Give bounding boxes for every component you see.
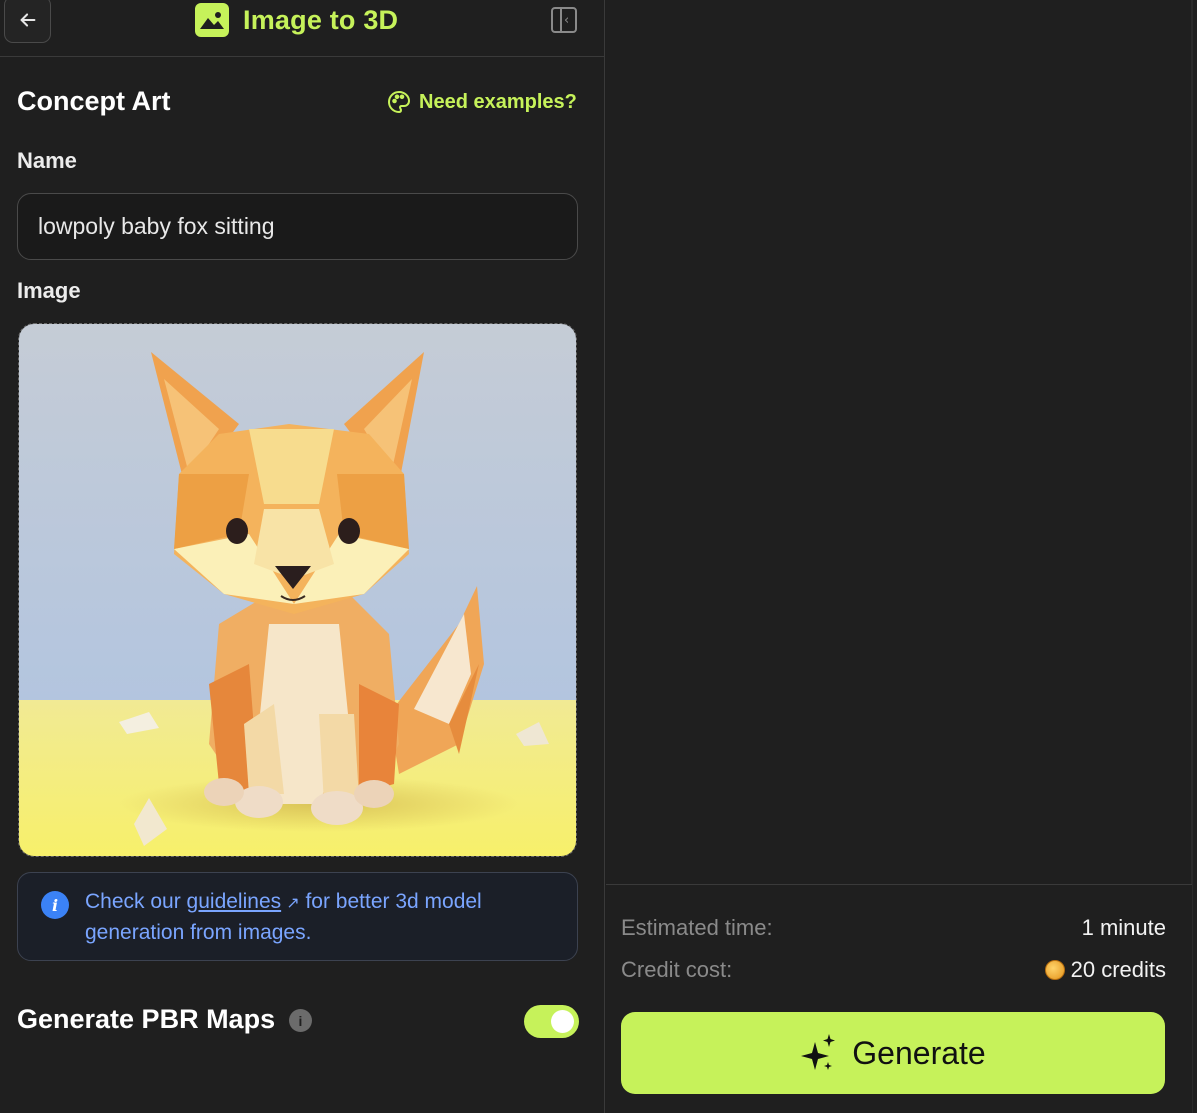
toggle-knob [551, 1010, 574, 1033]
credit-cost-label: Credit cost: [621, 957, 733, 982]
need-examples-label: Need examples? [419, 90, 577, 113]
concept-image[interactable] [18, 323, 577, 857]
image-icon [195, 3, 229, 37]
palette-icon [388, 90, 411, 114]
guidelines-info: i Check our guidelines ↗ for better 3d m… [17, 872, 578, 961]
name-label: Name [17, 148, 77, 173]
credit-cost-row: Credit cost: 20 credits [621, 957, 1166, 983]
sidebar-collapse-button[interactable]: ‹ [551, 7, 577, 33]
panel-title-group: Image to 3D [195, 0, 398, 40]
sparkles-icon [801, 1034, 836, 1070]
name-input[interactable]: lowpoly baby fox sitting [17, 193, 578, 260]
chevron-left-icon: ‹ [564, 13, 570, 28]
image-label: Image [17, 278, 81, 303]
guidelines-prefix: Check our [85, 890, 187, 913]
guidelines-link[interactable]: guidelines [187, 890, 282, 913]
generate-button[interactable]: Generate [621, 1012, 1165, 1094]
credit-cost-value: 20 credits [1070, 957, 1166, 982]
section-title: Concept Art [17, 86, 171, 116]
estimated-time-value: 1 minute [1081, 915, 1166, 940]
arrow-left-icon [20, 12, 35, 27]
generate-label: Generate [852, 1034, 986, 1071]
info-icon[interactable]: i [289, 1009, 312, 1032]
estimated-time-row: Estimated time: 1 minute [621, 915, 1166, 941]
guidelines-text: Check our guidelines ↗ for better 3d mod… [85, 887, 555, 948]
external-link-icon: ↗ [281, 893, 300, 912]
back-button[interactable] [4, 0, 51, 43]
estimated-time-label: Estimated time: [621, 915, 773, 940]
info-icon: i [41, 891, 69, 919]
coin-icon [1044, 960, 1065, 980]
panel-header: Image to 3D ‹ [0, 0, 605, 57]
pbr-maps-toggle[interactable] [524, 1005, 579, 1038]
pbr-maps-label: Generate PBR Maps [17, 1004, 276, 1034]
settings-panel: Image to 3D ‹ Concept Art Need examples?… [0, 0, 605, 1113]
generate-footer: Estimated time: 1 minute Credit cost: 20… [606, 884, 1192, 1113]
need-examples-link[interactable]: Need examples? [387, 90, 577, 114]
fox-image [19, 324, 576, 856]
page-title: Image to 3D [243, 4, 399, 35]
